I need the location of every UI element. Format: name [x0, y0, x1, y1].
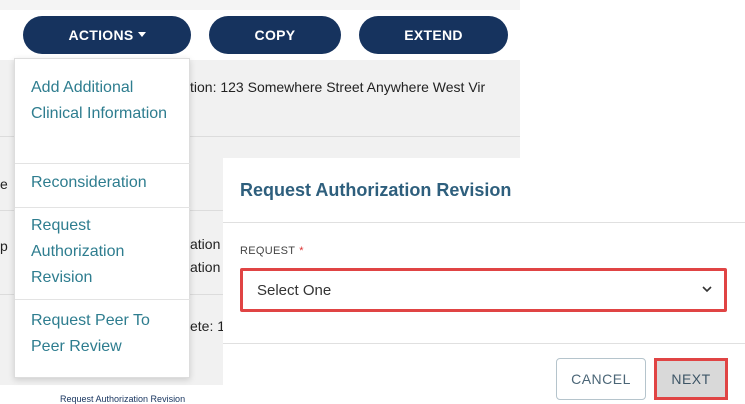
background-top-strip — [0, 0, 520, 10]
modal-divider — [223, 222, 745, 223]
actions-button[interactable]: ACTIONS — [23, 16, 191, 54]
menu-divider — [15, 299, 191, 300]
request-select-value: Select One — [257, 281, 332, 299]
background-fragment: e — [0, 176, 8, 192]
copy-button[interactable]: COPY — [209, 16, 341, 54]
copy-button-label: COPY — [254, 27, 296, 43]
menu-item-add-clinical-info[interactable]: Add Additional Clinical Information — [31, 75, 181, 127]
modal-title: Request Authorization Revision — [240, 180, 512, 200]
request-revision-modal: Request Authorization Revision REQUEST * … — [223, 158, 745, 400]
actions-dropdown-menu: Add Additional Clinical Information Reco… — [14, 58, 191, 378]
chevron-down-icon — [702, 286, 712, 293]
modal-divider — [223, 343, 745, 344]
background-fragment: p — [0, 238, 8, 254]
request-label-text: REQUEST — [240, 245, 296, 257]
menu-divider — [15, 207, 191, 208]
next-button-label: NEXT — [671, 371, 711, 387]
background-fragment: ation — [190, 259, 221, 275]
menu-divider — [15, 163, 191, 164]
request-field-label: REQUEST * — [240, 245, 304, 257]
menu-item-request-peer-review[interactable]: Request Peer To Peer Review — [31, 308, 181, 360]
location-text: tion: 123 Somewhere Street Anywhere West… — [190, 79, 486, 95]
next-button[interactable]: NEXT — [654, 358, 728, 400]
caret-down-icon — [137, 31, 146, 37]
background-fragment: ation — [190, 236, 221, 252]
cancel-button-label: CANCEL — [571, 371, 631, 387]
required-marker: * — [299, 245, 304, 257]
actions-button-label: ACTIONS — [68, 27, 134, 43]
background-link-text[interactable]: Request Authorization Revision — [60, 394, 185, 404]
extend-button-label: EXTEND — [404, 27, 463, 43]
menu-item-request-authorization-revision[interactable]: Request Authorization Revision — [31, 213, 181, 291]
background-fragment: ete: 1 — [190, 318, 226, 334]
cancel-button[interactable]: CANCEL — [556, 358, 646, 400]
menu-item-reconsideration[interactable]: Reconsideration — [31, 170, 181, 196]
request-select[interactable]: Select One — [240, 268, 727, 312]
extend-button[interactable]: EXTEND — [359, 16, 508, 54]
